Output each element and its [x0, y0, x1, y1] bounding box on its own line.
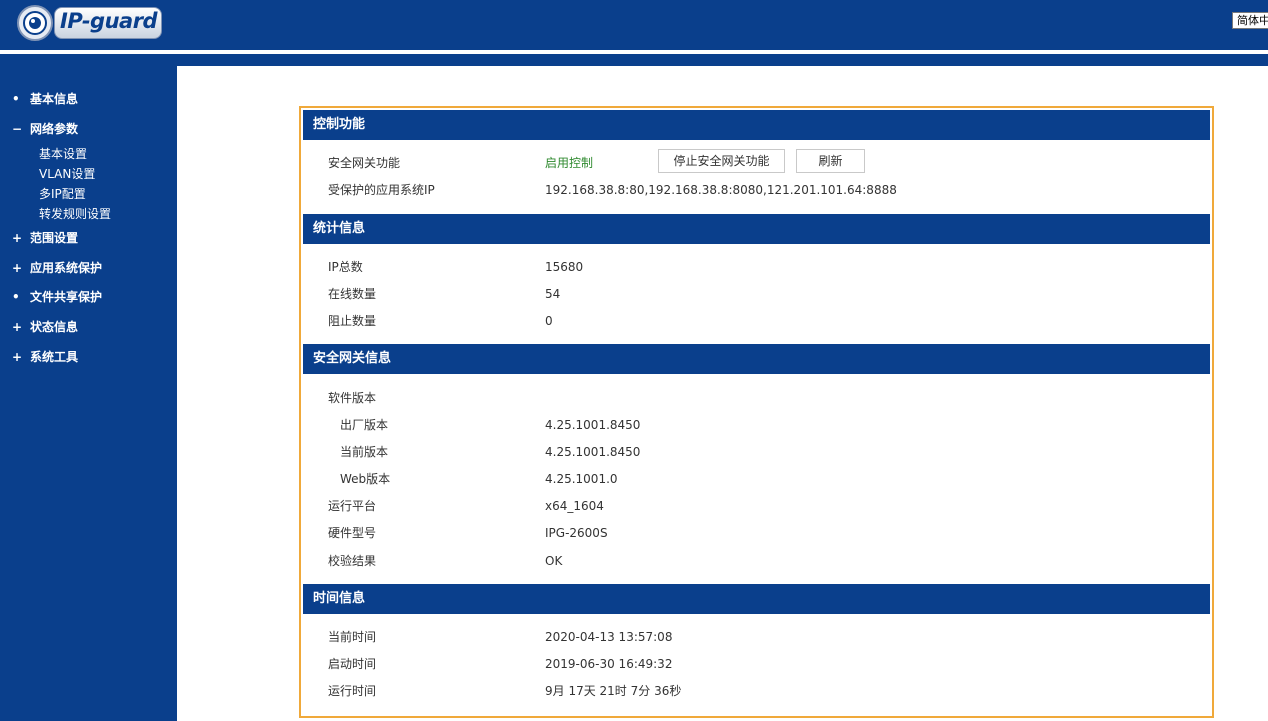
gateway-row-value: OK — [545, 554, 563, 568]
gateway-row-label: 当前版本 — [340, 445, 389, 459]
gateway-info-panel: 控制功能 安全网关功能 启用控制 停止安全网关功能 刷新 受保护的应用系统IP … — [299, 106, 1214, 718]
stats-row-label: IP总数 — [328, 260, 363, 274]
gateway-row-label: Web版本 — [340, 472, 391, 486]
gateway-row-value: 4.25.1001.8450 — [545, 418, 641, 432]
sidebar-item-network[interactable]: − 网络参数 — [12, 120, 78, 138]
sidebar-item-status[interactable]: + 状态信息 — [12, 318, 78, 336]
gateway-function-label: 安全网关功能 — [328, 156, 401, 170]
stats-row-value: 54 — [545, 287, 561, 301]
logo-eye-icon — [17, 5, 53, 41]
time-row-label: 启动时间 — [328, 657, 377, 671]
expand-icon: + — [12, 350, 23, 364]
stats-row-label: 在线数量 — [328, 287, 377, 301]
gateway-row-value: x64_1604 — [545, 499, 604, 513]
time-row-label: 运行时间 — [328, 684, 377, 698]
sidebar-item-tools[interactable]: + 系统工具 — [12, 348, 78, 366]
expand-icon: + — [12, 320, 23, 334]
time-row-value: 2020-04-13 13:57:08 — [545, 630, 673, 644]
gateway-row-value: IPG-2600S — [545, 526, 608, 540]
gateway-row-value: 4.25.1001.0 — [545, 472, 618, 486]
logo-text: IP-guard — [60, 9, 158, 33]
gateway-row-label: 硬件型号 — [328, 526, 377, 540]
sidebar-item-label: 基本信息 — [30, 92, 79, 106]
sidebar-subitem-basic-settings[interactable]: 基本设置 — [39, 146, 87, 162]
stats-row-label: 阻止数量 — [328, 314, 377, 328]
sidebar-item-basic-info[interactable]: • 基本信息 — [12, 90, 78, 108]
section-title-control: 控制功能 — [303, 110, 1210, 140]
bullet-icon: • — [12, 92, 20, 106]
section-title-stats: 统计信息 — [303, 214, 1210, 244]
collapse-icon: − — [12, 122, 23, 136]
sidebar-item-file-share[interactable]: • 文件共享保护 — [12, 288, 102, 306]
expand-icon: + — [12, 231, 23, 245]
gateway-row-label: 校验结果 — [328, 554, 377, 568]
software-version-label: 软件版本 — [328, 391, 377, 405]
sidebar-subitem-forward-rules[interactable]: 转发规则设置 — [39, 206, 111, 222]
gateway-status-value: 启用控制 — [545, 156, 594, 170]
sidebar-nav: • 基本信息 − 网络参数 基本设置 VLAN设置 多IP配置 转发规则设置 + 范围… — [0, 66, 177, 721]
protected-ip-value: 192.168.38.8:80,192.168.38.8:8080,121.20… — [545, 183, 897, 197]
refresh-button[interactable]: 刷新 — [796, 149, 865, 173]
sidebar-item-scope[interactable]: + 范围设置 — [12, 229, 78, 247]
gateway-row-value: 4.25.1001.8450 — [545, 445, 641, 459]
time-row-value: 2019-06-30 16:49:32 — [545, 657, 673, 671]
section-title-gateway: 安全网关信息 — [303, 344, 1210, 374]
sidebar-subitem-vlan[interactable]: VLAN设置 — [39, 166, 95, 182]
ip-guard-logo: IP-guard — [14, 4, 164, 42]
stats-row-value: 15680 — [545, 260, 584, 274]
sidebar-item-label: 应用系统保护 — [30, 261, 103, 275]
time-row-value: 9月 17天 21时 7分 36秒 — [545, 684, 682, 698]
sidebar-item-label: 系统工具 — [30, 350, 79, 364]
gateway-row-label: 出厂版本 — [340, 418, 389, 432]
section-title-time: 时间信息 — [303, 584, 1210, 614]
sidebar-item-app-protection[interactable]: + 应用系统保护 — [12, 259, 102, 277]
header-band — [0, 54, 1268, 66]
bullet-icon: • — [12, 290, 20, 304]
sidebar-subitem-multi-ip[interactable]: 多IP配置 — [39, 186, 86, 202]
sidebar-item-label: 网络参数 — [30, 122, 79, 136]
stop-gateway-button[interactable]: 停止安全网关功能 — [658, 149, 785, 173]
sidebar-item-label: 状态信息 — [30, 320, 79, 334]
time-row-label: 当前时间 — [328, 630, 377, 644]
language-select[interactable]: 简体中文 — [1232, 12, 1268, 29]
top-header — [0, 0, 1268, 50]
protected-ip-label: 受保护的应用系统IP — [328, 183, 435, 197]
sidebar-item-label: 范围设置 — [30, 231, 79, 245]
sidebar-item-label: 文件共享保护 — [30, 290, 103, 304]
stats-row-value: 0 — [545, 314, 553, 328]
gateway-row-label: 运行平台 — [328, 499, 377, 513]
expand-icon: + — [12, 261, 23, 275]
